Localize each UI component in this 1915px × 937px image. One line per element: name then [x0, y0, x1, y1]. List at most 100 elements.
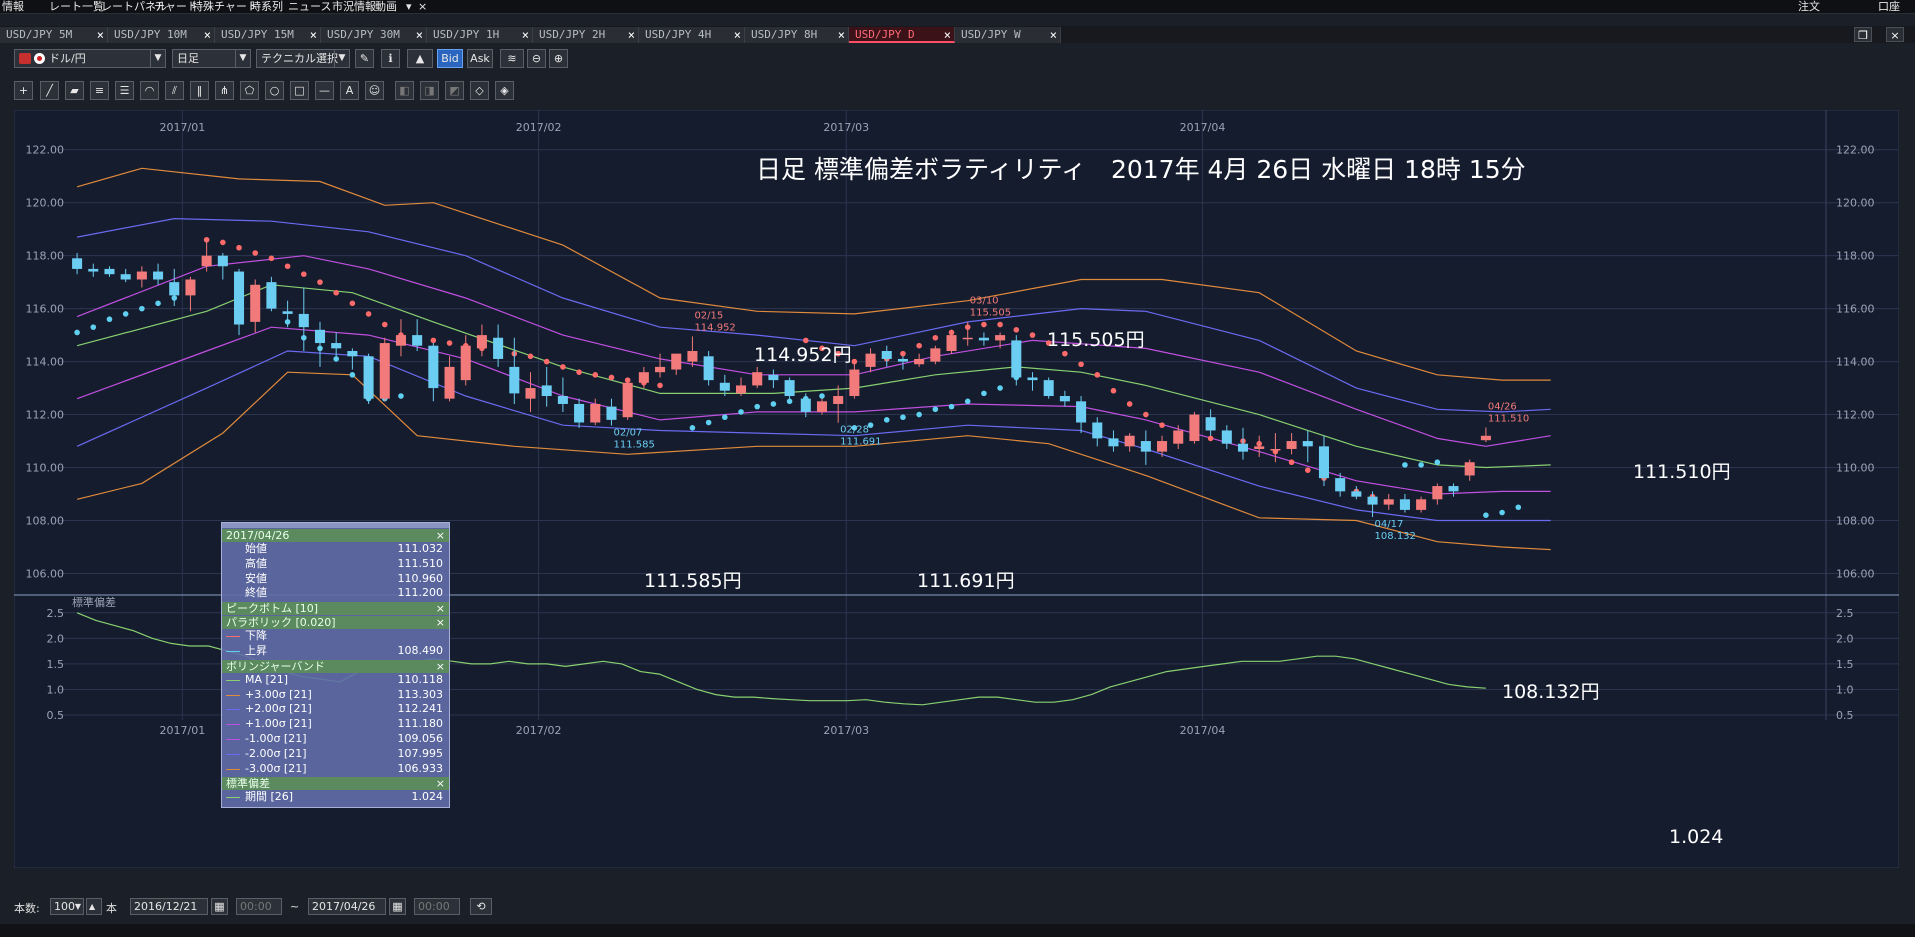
close-icon[interactable]: × [436, 616, 445, 629]
technical-select[interactable]: テクニカル選択 ▼ [256, 49, 350, 68]
tab-usdjpy-8h[interactable]: USD/JPY 8H × [745, 27, 849, 43]
tab-usdjpy-15m[interactable]: USD/JPY 15M × [215, 27, 321, 43]
menu-market-info[interactable]: 市況情報 [332, 0, 376, 13]
menu-close-icon[interactable]: × [418, 0, 427, 13]
pen-icon[interactable]: ✎ [355, 49, 374, 68]
candle-body [185, 279, 196, 296]
trendline-icon[interactable]: ╱ [40, 81, 59, 100]
tab-close-icon[interactable]: × [628, 27, 635, 43]
fan-icon[interactable]: ⫽ [165, 81, 184, 100]
menu-account[interactable]: 口座 [1878, 0, 1900, 13]
count-up-button[interactable]: ▲ [86, 898, 102, 915]
ask-toggle[interactable]: Ask [467, 49, 493, 68]
pentagon-icon[interactable]: ⬠ [240, 81, 259, 100]
panel-drag-handle[interactable] [222, 523, 449, 528]
tab-close-icon[interactable]: × [522, 27, 529, 43]
menu-news[interactable]: ニュース [288, 0, 331, 13]
period-select[interactable]: 日足 ▼ [172, 49, 251, 68]
info-icon[interactable]: ℹ [381, 49, 400, 68]
paste-icon[interactable]: ◨ [420, 81, 439, 100]
candle-body [1318, 446, 1329, 479]
tab-close-icon[interactable]: × [416, 27, 423, 43]
tab-usdjpy-4h[interactable]: USD/JPY 4H × [639, 27, 745, 43]
currency-pair-select[interactable]: ドル/円 ▼ [14, 49, 166, 68]
sub-y-tick-left: 2.0 [47, 632, 65, 645]
circle-icon[interactable]: ○ [265, 81, 284, 100]
tab-close-icon[interactable]: × [1050, 27, 1057, 43]
menu-order[interactable]: 注文 [1798, 0, 1820, 13]
legend-swatch [226, 738, 240, 740]
chart-toolbar: ドル/円 ▼ 日足 ▼ テクニカル選択 ▼ ✎ ℹ ▲ Bid Ask ≋ ⊖ … [0, 49, 1915, 71]
hline-icon[interactable]: — [315, 81, 334, 100]
tab-close-icon[interactable]: × [838, 27, 845, 43]
copy-icon[interactable]: ◧ [395, 81, 414, 100]
menu-info[interactable]: 情報 [2, 0, 24, 13]
zoom-in-icon[interactable]: ⊕ [549, 49, 568, 68]
menu-special-chart[interactable]: 特殊チャート [192, 0, 258, 13]
tab-usdjpy-30m[interactable]: USD/JPY 30M × [321, 27, 427, 43]
text-tool-icon[interactable]: A [340, 81, 359, 100]
callout-low-0417: 108.132円 [1502, 681, 1600, 703]
eraser-icon[interactable]: ◇ [470, 81, 489, 100]
restore-window-icon[interactable]: ❐ [1854, 27, 1872, 42]
candle-body [1059, 396, 1070, 402]
menu-time-series[interactable]: 時系列 [250, 0, 283, 13]
calendar-icon[interactable]: ▦ [389, 898, 406, 915]
tab-close-icon[interactable]: × [97, 27, 104, 43]
crosshair-icon[interactable]: + [14, 81, 33, 100]
vlines-icon[interactable]: ‖ [190, 81, 209, 100]
face-icon[interactable]: ☺ [365, 81, 384, 100]
close-window-icon[interactable]: × [1886, 27, 1904, 42]
menu-video[interactable]: 動画 [375, 0, 397, 13]
pitchfork-icon[interactable]: ⋔ [215, 81, 234, 100]
rectangle-icon[interactable]: □ [290, 81, 309, 100]
from-time-input[interactable]: 00:00 [236, 898, 282, 915]
tab-usdjpy-w[interactable]: USD/JPY W × [955, 27, 1061, 43]
tab-usdjpy-d[interactable]: USD/JPY D × [849, 27, 955, 43]
indicator-row: +2.00σ [21] 112.241 [222, 702, 449, 717]
indicator-label: 下降 [245, 629, 267, 643]
calendar-icon[interactable]: ▦ [211, 898, 228, 915]
ruler-icon[interactable]: ▰ [65, 81, 84, 100]
candle-body [217, 255, 228, 267]
close-icon[interactable]: × [436, 660, 445, 673]
tab-usdjpy-10m[interactable]: USD/JPY 10M × [108, 27, 215, 43]
tab-usdjpy-1h[interactable]: USD/JPY 1H × [427, 27, 533, 43]
candle-body [1448, 486, 1459, 492]
refresh-icon[interactable]: ⟲ [470, 898, 492, 915]
close-icon[interactable]: × [436, 602, 445, 615]
ohlc-value: 110.960 [397, 571, 444, 585]
to-date-input[interactable]: 2017/04/26 [308, 898, 386, 915]
sar-dot-up [398, 393, 404, 399]
menu-more-icon[interactable]: ▾ [406, 0, 412, 13]
close-icon[interactable]: × [436, 529, 445, 542]
sar-dot-down [1288, 459, 1295, 466]
hlines-icon[interactable]: ≡ [90, 81, 109, 100]
arc-icon[interactable]: ◠ [140, 81, 159, 100]
channel-icon[interactable]: ☰ [115, 81, 134, 100]
from-date-input[interactable]: 2016/12/21 [130, 898, 208, 915]
tab-usdjpy-2h[interactable]: USD/JPY 2H × [533, 27, 639, 43]
indicator-name: ボリンジャーバンド [226, 659, 325, 673]
candle-body [606, 406, 617, 420]
menu-rate-list[interactable]: レート一覧 [49, 0, 104, 13]
mountain-chart-icon[interactable]: ▲ [407, 49, 433, 68]
eraser-all-icon[interactable]: ◈ [495, 81, 514, 100]
count-select[interactable]: 100 ▼ [50, 898, 84, 915]
tab-usdjpy-5m[interactable]: USD/JPY 5M × [0, 27, 108, 43]
bid-toggle[interactable]: Bid [437, 49, 463, 68]
to-time-input[interactable]: 00:00 [414, 898, 460, 915]
sar-dot-up [74, 329, 80, 336]
tab-close-icon[interactable]: × [310, 27, 317, 43]
tab-close-icon[interactable]: × [944, 27, 951, 41]
tab-close-icon[interactable]: × [734, 27, 741, 43]
close-icon[interactable]: × [436, 777, 445, 790]
chart-settings-icon[interactable]: ≋ [500, 49, 524, 68]
sar-dot-up [1434, 459, 1441, 466]
data-window[interactable]: 2017/04/26 × 始値 111.032 高値 111.510 安値 110.96… [221, 522, 450, 808]
tab-close-icon[interactable]: × [204, 27, 211, 43]
zoom-out-icon[interactable]: ⊖ [527, 49, 546, 68]
sar-dot-up [106, 316, 113, 323]
candle-body [800, 398, 811, 412]
layers-icon[interactable]: ◩ [445, 81, 464, 100]
